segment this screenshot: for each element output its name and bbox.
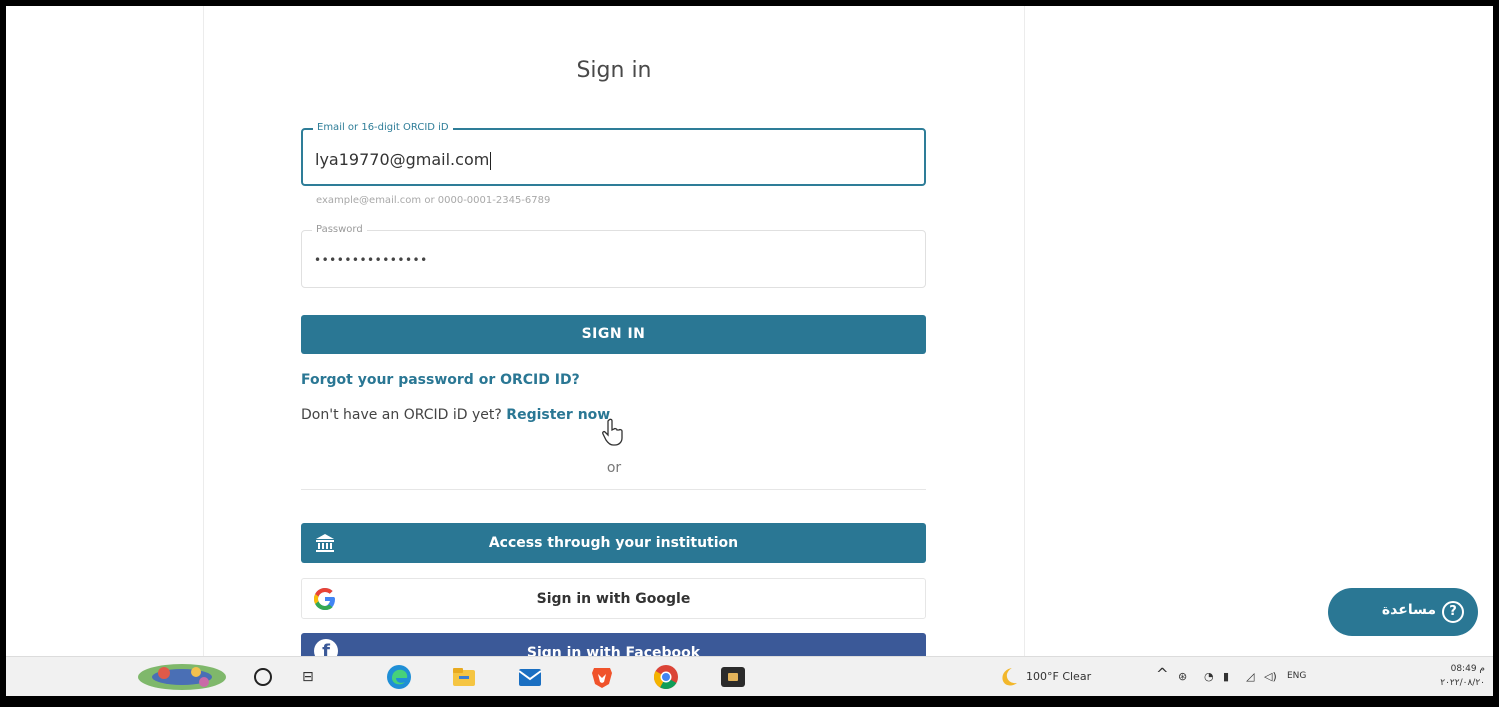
- task-view-icon[interactable]: ⊟: [302, 665, 322, 689]
- signin-card: Sign in Email or 16-digit ORCID iD lya19…: [203, 6, 1025, 673]
- email-field[interactable]: Email or 16-digit ORCID iD lya19770@gmai…: [301, 122, 926, 186]
- page-title: Sign in: [576, 58, 652, 83]
- password-field[interactable]: Password •••••••••••••••: [301, 224, 926, 288]
- mail-icon[interactable]: [517, 664, 543, 690]
- meet-icon[interactable]: ◔: [1204, 670, 1214, 683]
- register-line: Don't have an ORCID iD yet? Register now: [301, 407, 610, 423]
- clock-time: 08:49 م: [1450, 664, 1485, 674]
- search-icon[interactable]: [254, 668, 272, 686]
- institution-signin-button[interactable]: Access through your institution: [301, 523, 926, 563]
- news-widget-icon[interactable]: [134, 661, 230, 693]
- weather-status[interactable]: 100°F Clear: [1026, 670, 1091, 683]
- email-hint: example@email.com or 0000-0001-2345-6789: [316, 195, 551, 206]
- weather-moon-icon: [1002, 668, 1017, 686]
- forgot-password-link[interactable]: Forgot your password or ORCID ID?: [301, 372, 580, 388]
- clock-date: ٢٠٢٢/٠٨/٢٠: [1440, 678, 1485, 688]
- screen: Sign in Email or 16-digit ORCID iD lya19…: [6, 6, 1493, 696]
- brave-icon[interactable]: [589, 664, 615, 690]
- chrome-icon[interactable]: [653, 664, 679, 690]
- institution-signin-label: Access through your institution: [488, 535, 739, 551]
- email-input[interactable]: lya19770@gmail.com: [315, 150, 491, 170]
- register-now-link[interactable]: Register now: [506, 407, 610, 423]
- register-prompt: Don't have an ORCID iD yet?: [301, 407, 502, 423]
- google-signin-label: Sign in with Google: [536, 591, 691, 607]
- chevron-up-icon[interactable]: ^: [1156, 665, 1169, 683]
- password-input[interactable]: •••••••••••••••: [314, 253, 428, 267]
- or-divider-label: or: [606, 460, 622, 476]
- sign-in-button[interactable]: SIGN IN: [301, 315, 926, 354]
- help-button[interactable]: مساعدة ?: [1328, 588, 1478, 636]
- network-status-icon[interactable]: ⊛: [1178, 670, 1187, 683]
- hand-cursor-icon: [602, 418, 623, 446]
- file-explorer-icon[interactable]: [451, 664, 477, 690]
- clock[interactable]: 08:49 م ٢٠٢٢/٠٨/٢٠: [1440, 662, 1485, 690]
- microphone-icon[interactable]: ▮: [1223, 670, 1229, 683]
- volume-icon[interactable]: ◁): [1264, 670, 1277, 683]
- email-field-label: Email or 16-digit ORCID iD: [313, 122, 453, 133]
- wifi-icon[interactable]: ◿: [1246, 670, 1254, 683]
- help-icon: ?: [1442, 601, 1464, 623]
- help-label: مساعدة: [1381, 602, 1436, 618]
- password-field-label: Password: [312, 224, 367, 235]
- media-app-icon[interactable]: [720, 664, 746, 690]
- google-signin-button[interactable]: Sign in with Google: [301, 578, 926, 619]
- edge-icon[interactable]: [386, 664, 412, 690]
- taskbar: ⊟ 100°F Clear ^ ⊛ ◔ ▮ ◿ ◁) ENG 08:49 م ٢…: [6, 656, 1493, 696]
- divider: [301, 489, 926, 490]
- language-indicator[interactable]: ENG: [1287, 671, 1306, 681]
